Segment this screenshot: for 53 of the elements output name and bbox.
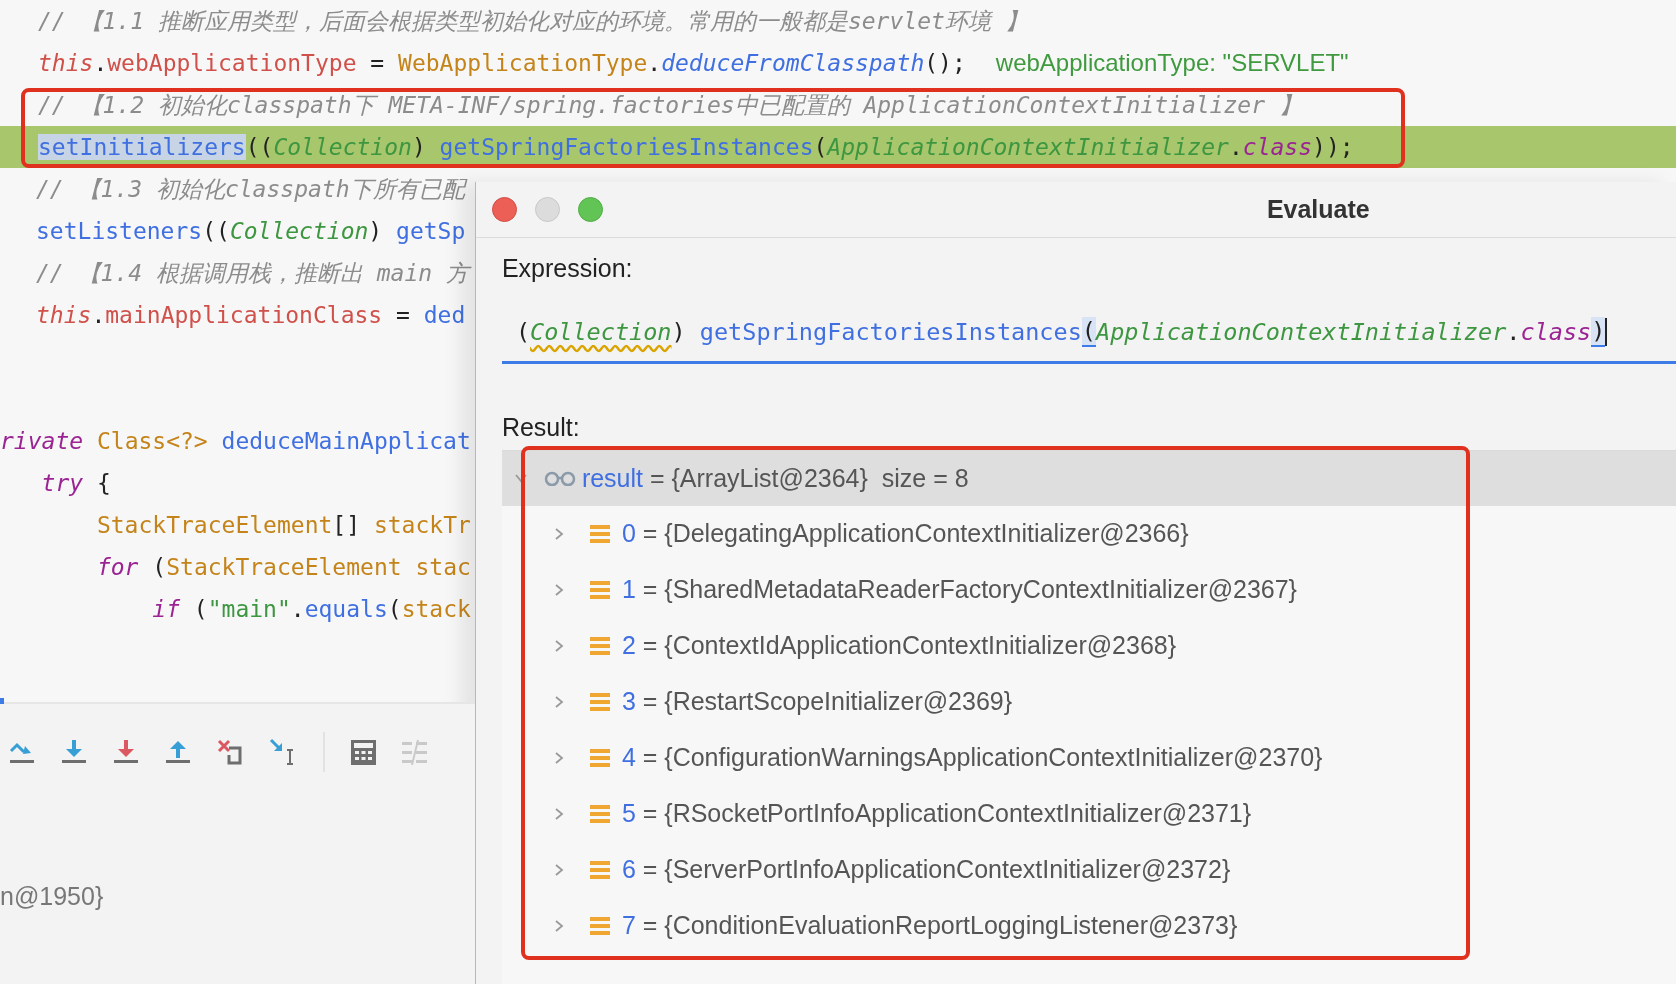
tree-node-text: 5 = {RSocketPortInfoApplicationContextInitializer@2371} xyxy=(621,799,1252,828)
tree-row[interactable]: 1 = {SharedMetadataReaderFactoryContextInitializer@2367} xyxy=(501,561,1676,618)
expression-field[interactable]: (Collection) getSpringFactoriesInstances(ApplicationContextInitializer.class) xyxy=(501,317,1676,364)
object-icon xyxy=(589,579,610,600)
tree-row[interactable]: 7 = {ConditionEvaluationReportLoggingListener@2373} xyxy=(501,897,1676,954)
inlay-hint: webApplicationType: "SERVLET" xyxy=(995,49,1349,77)
force-step-into-icon[interactable] xyxy=(113,739,139,765)
code-line: rivate Class<?> deduceMainApplicat xyxy=(0,428,471,454)
tree-node-text: result = {ArrayList@2364} size = 8 xyxy=(581,463,969,493)
code-line: if ("main".equals(stack xyxy=(151,596,471,622)
object-icon xyxy=(589,635,610,656)
step-into-icon[interactable] xyxy=(61,739,87,765)
tree-row[interactable]: 4 = {ConfigurationWarningsApplicationContextInitializer@2370} xyxy=(501,729,1676,786)
expression-label: Expression: xyxy=(500,254,634,283)
window-title: Evaluate xyxy=(1266,195,1370,224)
tree-row[interactable]: 6 = {ServerPortInfoApplicationContextInitializer@2372} xyxy=(501,841,1676,898)
variable-value: n@1950} xyxy=(0,882,105,911)
glasses-icon xyxy=(543,470,576,486)
code-line: setInitializers((Collection) getSpringFactoriesInstances(ApplicationContextInitializer.class)); xyxy=(38,134,1354,160)
step-out-icon[interactable] xyxy=(165,739,191,765)
tree-node-text: 7 = {ConditionEvaluationReportLoggingListener@2373} xyxy=(621,911,1238,940)
close-button[interactable] xyxy=(491,197,517,222)
tree-node-text: 3 = {RestartScopeInitializer@2369} xyxy=(621,687,1013,716)
stream-trace-icon xyxy=(402,739,427,765)
code-line: StackTraceElement[] stackTr xyxy=(95,512,471,538)
tree-node-text: 2 = {ContextIdApplicationContextInitializer@2368} xyxy=(621,631,1177,660)
code-line: this.mainApplicationClass = ded xyxy=(36,302,466,328)
tree-node-text: 6 = {ServerPortInfoApplicationContextInitializer@2372} xyxy=(621,855,1231,884)
object-icon xyxy=(589,915,610,936)
object-icon xyxy=(589,747,610,768)
tree-row[interactable]: 5 = {RSocketPortInfoApplicationContextInitializer@2371} xyxy=(501,785,1676,842)
object-icon xyxy=(589,803,610,824)
code-line: this.webApplicationType = WebApplicationType.deduceFromClasspath(); xyxy=(38,50,966,76)
tree-node-text: 1 = {SharedMetadataReaderFactoryContextInitializer@2367} xyxy=(621,575,1297,604)
tree-node-text: 4 = {ConfigurationWarningsApplicationContextInitializer@2370} xyxy=(621,743,1323,772)
drop-frame-icon[interactable] xyxy=(217,739,243,765)
result-label: Result: xyxy=(500,414,581,442)
minimize-button[interactable] xyxy=(534,197,560,222)
object-icon xyxy=(589,859,610,880)
calculator-icon[interactable] xyxy=(351,739,376,765)
object-icon xyxy=(589,691,610,712)
tree-row[interactable]: 2 = {ContextIdApplicationContextInitializer@2368} xyxy=(501,617,1676,674)
zoom-button[interactable] xyxy=(577,197,603,222)
object-icon xyxy=(589,523,610,544)
tree-row[interactable]: result = {ArrayList@2364} size = 8 xyxy=(501,450,1676,506)
tree-row[interactable]: 3 = {RestartScopeInitializer@2369} xyxy=(501,673,1676,730)
code-line: for (StackTraceElement stac xyxy=(95,554,471,580)
code-line: try { xyxy=(40,470,111,496)
code-line: // 【1.2 初始化classpath下 META-INF/spring.factories中已配置的 ApplicationContextInitializer 】 xyxy=(38,90,1302,120)
tree-node-text: 0 = {DelegatingApplicationContextInitializer@2366} xyxy=(621,519,1189,548)
tree-row[interactable]: 0 = {DelegatingApplicationContextInitializer@2366} xyxy=(501,505,1676,562)
code-line: setListeners((Collection) getSp xyxy=(36,218,466,244)
code-line: // 【1.1 推断应用类型，后面会根据类型初始化对应的环境。常用的一般都是servlet环境 】 xyxy=(38,6,1028,36)
